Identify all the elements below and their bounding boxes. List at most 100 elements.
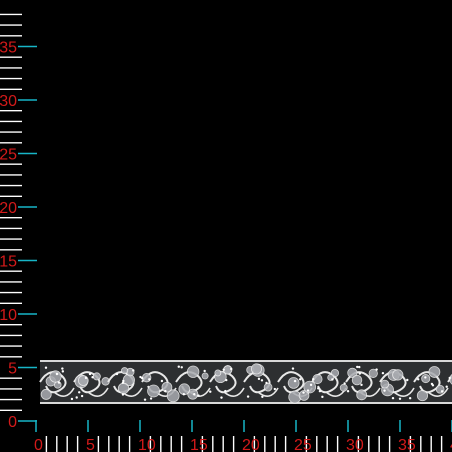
bead	[182, 393, 186, 396]
vertical-ruler-label: 25	[0, 147, 17, 164]
bead	[440, 390, 444, 393]
bead	[265, 381, 268, 385]
bead	[408, 397, 412, 400]
horizontal-ruler-label: 35	[398, 437, 416, 452]
bead	[417, 378, 420, 381]
bead	[122, 379, 125, 383]
vertical-ruler-label: 0	[8, 414, 17, 431]
bead	[220, 396, 223, 399]
sequin	[351, 374, 363, 386]
bead	[177, 365, 180, 368]
bead	[121, 393, 125, 396]
bead	[318, 389, 322, 393]
horizontal-ruler-label: 25	[294, 437, 312, 452]
bead	[91, 376, 94, 379]
bead	[343, 382, 346, 385]
bead	[88, 372, 92, 376]
bead	[203, 369, 206, 373]
horizontal-ruler-label: 5	[86, 437, 95, 452]
bead	[291, 367, 295, 370]
bead	[246, 395, 250, 398]
sequin	[121, 367, 129, 375]
vertical-ruler-label: 30	[0, 93, 17, 110]
bead	[293, 379, 297, 383]
bead	[115, 372, 119, 376]
bead	[375, 368, 378, 371]
horizontal-ruler-label: 15	[190, 437, 208, 452]
vertical-ruler-label: 35	[0, 40, 17, 57]
bead	[309, 383, 313, 387]
bead	[302, 391, 305, 394]
bead	[61, 370, 65, 373]
vertical-ruler-label: 15	[0, 254, 17, 271]
sequin	[117, 382, 130, 395]
ruler-and-trim-canvas: 05101520253035 051015202530354	[0, 0, 452, 452]
bead	[148, 378, 151, 381]
bead	[222, 368, 225, 371]
bead	[346, 390, 350, 393]
vertical-ruler-label: 5	[8, 361, 17, 378]
bead	[383, 389, 386, 392]
bead	[57, 381, 61, 384]
horizontal-ruler-label: 10	[138, 437, 156, 452]
bead	[80, 394, 84, 398]
sequin	[40, 388, 52, 400]
sequin	[201, 372, 209, 380]
bead	[230, 367, 233, 371]
bead	[317, 387, 320, 390]
sequin-lace-trim	[39, 360, 452, 404]
bead	[381, 371, 385, 375]
bead	[70, 397, 74, 401]
sequin	[178, 383, 191, 396]
sequin	[161, 381, 173, 393]
sequin	[392, 369, 404, 381]
bead	[360, 383, 363, 387]
sequin	[421, 374, 431, 384]
bead	[149, 397, 153, 400]
bead	[331, 378, 334, 381]
sequin	[92, 372, 101, 381]
sequin	[186, 365, 200, 378]
bead	[225, 378, 228, 382]
vertical-ruler-label: 20	[0, 200, 17, 217]
sequin	[142, 373, 152, 383]
bead	[160, 379, 164, 383]
product-photo-stage: 05101520253035 051015202530354	[0, 0, 452, 452]
bead	[358, 372, 361, 375]
sequin	[214, 369, 222, 377]
bead	[445, 385, 448, 388]
sequin	[380, 379, 390, 389]
bead	[75, 396, 78, 399]
vertical-ruler-label: 10	[0, 307, 17, 324]
bead	[197, 394, 200, 397]
bead	[141, 377, 144, 380]
bead	[306, 389, 310, 392]
horizontal-ruler-label: 0	[34, 437, 43, 452]
sequin	[263, 382, 273, 392]
sequin	[428, 366, 441, 378]
sequin	[287, 377, 300, 389]
sequin	[147, 384, 160, 398]
bead	[273, 387, 277, 391]
bead	[164, 389, 167, 393]
bead	[430, 382, 434, 386]
bead	[406, 378, 409, 382]
bead	[398, 397, 402, 401]
sequin	[303, 380, 317, 394]
bead	[55, 372, 59, 376]
bead	[209, 390, 212, 393]
bead	[61, 367, 64, 370]
bead	[84, 376, 88, 380]
bead	[143, 398, 147, 401]
bead	[358, 365, 361, 369]
bead	[257, 377, 261, 381]
bead	[132, 369, 135, 372]
sequin	[49, 370, 62, 383]
bead	[224, 389, 227, 393]
bead	[424, 376, 427, 379]
bead	[44, 366, 48, 369]
bead	[180, 366, 183, 369]
bead	[321, 395, 324, 399]
bead	[448, 376, 451, 380]
bead	[391, 396, 395, 400]
